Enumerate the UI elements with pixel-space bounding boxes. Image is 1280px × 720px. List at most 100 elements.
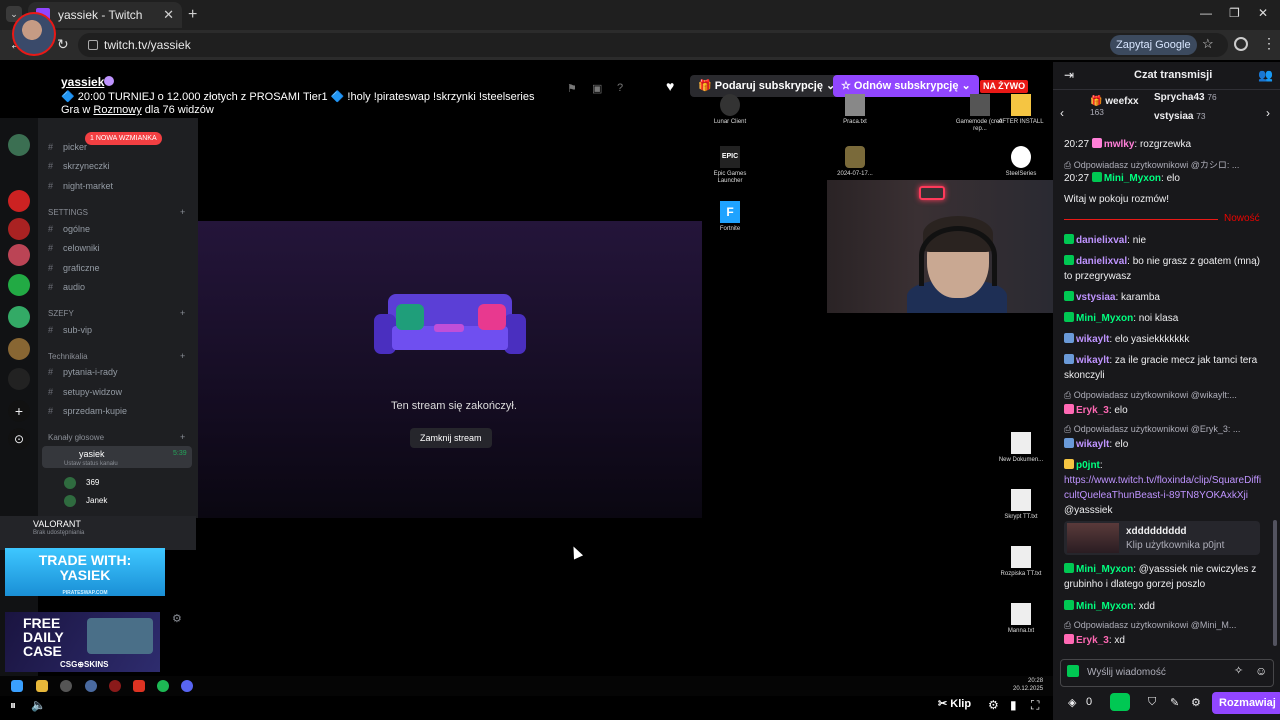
- chat-message[interactable]: Eryk_3: elo: [1064, 403, 1264, 418]
- app-icon[interactable]: [109, 680, 121, 692]
- send-chat-button[interactable]: Rozmawiaj: [1212, 692, 1280, 714]
- category-link[interactable]: Rozmowy: [93, 104, 141, 116]
- reload-icon[interactable]: ↻: [57, 36, 69, 53]
- channel-item[interactable]: # graficzne: [48, 263, 100, 273]
- steam-icon[interactable]: [60, 680, 72, 692]
- add-channel-icon[interactable]: +: [180, 351, 185, 361]
- mod-shield-icon[interactable]: ⛉: [1148, 696, 1156, 709]
- reply-context[interactable]: ⎙ Odpowiadasz użytkownikowi @Mini_M...: [1064, 620, 1260, 631]
- clip-button[interactable]: ✂ Klip: [938, 697, 971, 710]
- desktop-icon[interactable]: SteelSeries: [995, 146, 1047, 178]
- channel-item[interactable]: # audio: [48, 282, 85, 292]
- chat-message[interactable]: p0jnt:: [1064, 458, 1264, 473]
- server-icon[interactable]: [8, 274, 30, 296]
- add-channel-icon[interactable]: +: [180, 432, 185, 442]
- channel-item[interactable]: # pytania-i-rady: [48, 367, 118, 377]
- flag-icon[interactable]: ⚑: [567, 82, 577, 95]
- help-icon[interactable]: ?: [617, 82, 623, 94]
- clip-link[interactable]: https://www.twitch.tv/floxinda/clip/Squa…: [1064, 475, 1261, 501]
- reply-context[interactable]: ⎙ Odpowiadasz użytkownikowi @Eryk_3: ...: [1064, 424, 1260, 435]
- new-tab-button[interactable]: +: [188, 6, 197, 24]
- desktop-icon[interactable]: F Fortnite: [704, 201, 756, 233]
- spotify-icon[interactable]: [157, 680, 169, 692]
- reply-context[interactable]: ⎙ Odpowiadasz użytkownikowi @wikaylt:...: [1064, 390, 1260, 401]
- voice-status[interactable]: Ustaw status kanału: [64, 461, 118, 467]
- follow-heart-icon[interactable]: ♥: [666, 78, 674, 94]
- channel-avatar[interactable]: [12, 12, 56, 56]
- minimize-icon[interactable]: —: [1200, 6, 1212, 20]
- server-icon[interactable]: [8, 190, 30, 212]
- channel-points-icon[interactable]: ◈: [1068, 696, 1076, 709]
- add-channel-icon[interactable]: +: [180, 207, 185, 217]
- channel-name[interactable]: yassiek: [61, 75, 104, 89]
- bonus-claim-icon[interactable]: [1110, 693, 1130, 711]
- desktop-icon[interactable]: New Dokumen...: [995, 432, 1047, 464]
- chat-message[interactable]: danielixval: bo nie grasz z goatem (mną)…: [1064, 254, 1264, 284]
- app-icon[interactable]: [85, 680, 97, 692]
- server-icon[interactable]: [8, 368, 30, 390]
- fullscreen-icon[interactable]: ⛶: [1031, 698, 1039, 713]
- ask-google-button[interactable]: Zapytaj Google: [1110, 35, 1197, 55]
- chat-users-icon[interactable]: 👥: [1258, 68, 1273, 82]
- server-icon[interactable]: [8, 306, 30, 328]
- discord-icon[interactable]: [181, 680, 193, 692]
- chat-message[interactable]: 20:27 mwlky: rozgrzewka: [1064, 137, 1264, 152]
- chat-message-link[interactable]: https://www.twitch.tv/floxinda/clip/Squa…: [1064, 473, 1264, 518]
- add-channel-icon[interactable]: +: [180, 308, 185, 318]
- channel-item[interactable]: # sub-vip: [48, 325, 92, 335]
- close-window-icon[interactable]: ✕: [1258, 6, 1268, 20]
- server-icon[interactable]: [8, 134, 30, 156]
- chat-message[interactable]: Eryk_3: xd: [1064, 633, 1264, 648]
- csgoskins-ad[interactable]: FREE DAILY CASE CSG⊕SKINS: [5, 612, 160, 672]
- profile-icon[interactable]: [1234, 37, 1248, 51]
- app-icon[interactable]: [133, 680, 145, 692]
- gifter-chip[interactable]: Sprycha43 76: [1154, 92, 1217, 103]
- channel-item[interactable]: # sprzedam-kupie: [48, 406, 127, 416]
- server-icon[interactable]: [8, 218, 30, 240]
- channel-item[interactable]: # night-market: [48, 181, 113, 191]
- desktop-icon[interactable]: Rozpiska TT.txt: [995, 546, 1047, 578]
- channel-item[interactable]: # celowniki: [48, 243, 100, 253]
- gifter-chip[interactable]: 🎁 weefxx 163: [1090, 96, 1139, 118]
- inbox-icon[interactable]: ▣: [592, 82, 602, 95]
- server-icon[interactable]: [8, 338, 30, 360]
- chat-message[interactable]: 20:27 Mini_Myxon: elo: [1064, 171, 1264, 186]
- settings-gear-icon[interactable]: ⚙: [172, 612, 182, 625]
- category-technikalia[interactable]: Technikalia: [48, 352, 88, 361]
- new-mention-pill[interactable]: 1 NOWA WZMIANKA: [85, 132, 162, 145]
- chat-message[interactable]: Mini_Myxon: xdd: [1064, 599, 1264, 614]
- chat-message[interactable]: wikaylt: za ile gracie mecz jak tamci te…: [1064, 353, 1264, 383]
- channel-item[interactable]: # setupy-widzow: [48, 387, 122, 397]
- browser-menu-icon[interactable]: ⋮: [1262, 35, 1276, 52]
- desktop-icon[interactable]: Manna.txt: [995, 603, 1047, 635]
- bookmark-star-icon[interactable]: ☆: [1202, 36, 1214, 52]
- emote-icon[interactable]: ☺: [1255, 664, 1267, 678]
- settings-icon[interactable]: ⚙: [988, 698, 999, 712]
- reply-context[interactable]: ⎙ Odpowiadasz użytkownikowi @カシロ: ...: [1064, 158, 1260, 171]
- desktop-icon[interactable]: AFTER INSTALL: [995, 94, 1047, 126]
- site-info-icon[interactable]: [88, 40, 98, 50]
- chat-scrollbar[interactable]: [1273, 520, 1277, 646]
- url-field[interactable]: twitch.tv/yassiek: [78, 33, 1228, 57]
- gifter-chip[interactable]: vstysiaa 73: [1154, 111, 1206, 122]
- category-settings[interactable]: SETTINGS: [48, 208, 88, 217]
- chat-message[interactable]: wikaylt: elo: [1064, 437, 1264, 452]
- badge-selector-icon[interactable]: [1067, 665, 1079, 677]
- category-szefy[interactable]: SZEFY: [48, 309, 74, 318]
- channel-item[interactable]: # skrzyneczki: [48, 161, 110, 171]
- add-server-icon[interactable]: +: [8, 400, 30, 422]
- desktop-icon[interactable]: Lunar Client: [704, 94, 756, 126]
- voice-user[interactable]: 369: [64, 477, 99, 489]
- channel-item[interactable]: # picker: [48, 142, 87, 152]
- close-tab-icon[interactable]: ✕: [163, 7, 174, 23]
- collapse-chat-icon[interactable]: ⇥: [1064, 68, 1074, 82]
- desktop-icon[interactable]: Skrypt TT.txt: [995, 489, 1047, 521]
- desktop-icon[interactable]: Praca.txt: [829, 94, 881, 126]
- channel-item[interactable]: # ogólne: [48, 224, 90, 234]
- magic-icon[interactable]: ✧: [1234, 664, 1243, 677]
- explorer-icon[interactable]: [36, 680, 48, 692]
- chat-message[interactable]: Mini_Myxon: noi klasa: [1064, 311, 1264, 326]
- theatre-mode-icon[interactable]: ▮: [1010, 698, 1017, 712]
- prev-gifter-icon[interactable]: ‹: [1060, 106, 1064, 120]
- pencil-icon[interactable]: ✎: [1170, 696, 1179, 709]
